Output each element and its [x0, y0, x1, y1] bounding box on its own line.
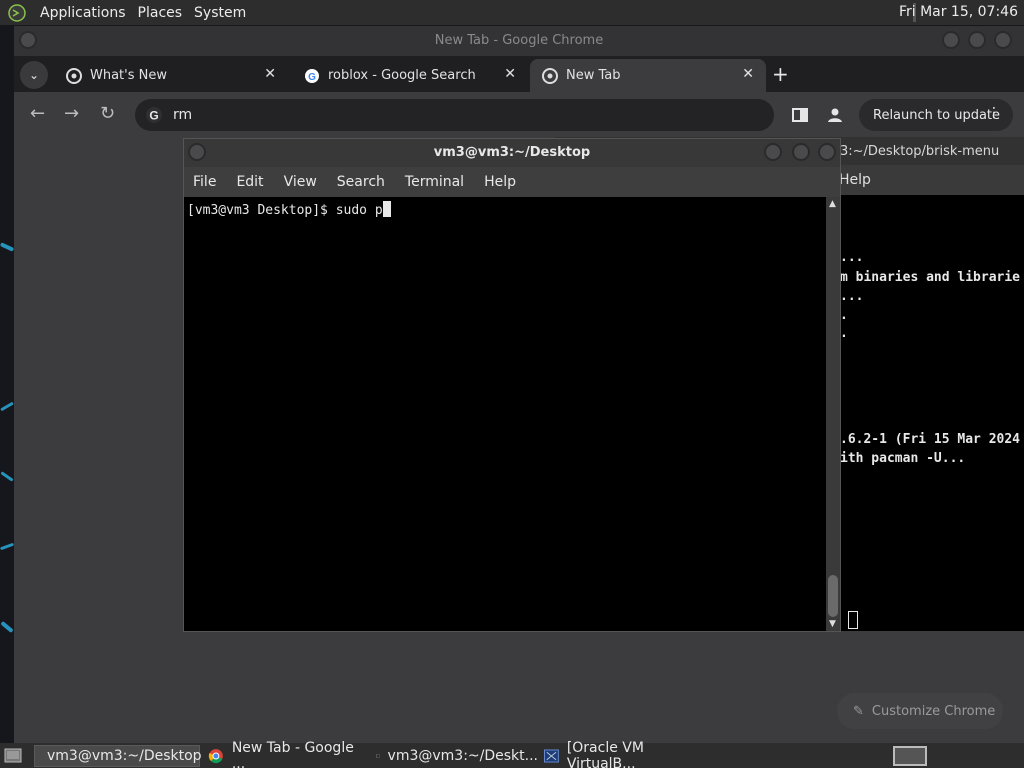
- maximize-button[interactable]: [792, 143, 810, 161]
- relaunch-label: Relaunch to update: [873, 107, 1001, 123]
- relaunch-to-update-button[interactable]: Relaunch to update ⋮: [859, 99, 1013, 131]
- tab-whats-new[interactable]: What's New ✕: [54, 59, 288, 92]
- background-terminal-title: 3:~/Desktop/brisk-menu: [840, 144, 1000, 159]
- side-panel-icon[interactable]: [790, 105, 810, 125]
- menu-help[interactable]: Help: [839, 172, 871, 188]
- tab-strip: ⌄ What's New ✕ G roblox - Google Search …: [14, 56, 1024, 92]
- omnibox[interactable]: G: [135, 99, 774, 131]
- menu-search[interactable]: Search: [337, 174, 385, 190]
- tab-new-tab[interactable]: New Tab ✕: [530, 59, 766, 92]
- terminal-output-line: .6.2-1 (Fri 15 Mar 2024: [840, 432, 1021, 447]
- chrome-icon: [542, 67, 558, 84]
- close-window-button[interactable]: [994, 31, 1012, 49]
- terminal-output-line: ...: [840, 289, 864, 304]
- maximize-button[interactable]: [968, 31, 986, 49]
- scroll-up-icon[interactable]: ▲: [829, 199, 836, 209]
- new-tab-button[interactable]: +: [772, 62, 789, 86]
- terminal-output-line: ...: [840, 250, 864, 265]
- customize-chrome-button[interactable]: ✎ Customize Chrome: [837, 693, 1003, 729]
- google-g-icon: G: [305, 68, 319, 83]
- terminal-prompt-line: [vm3@vm3 Desktop]$ sudo p: [187, 201, 391, 218]
- close-icon[interactable]: ✕: [504, 66, 516, 82]
- show-desktop-icon[interactable]: [4, 747, 22, 764]
- tab-search-button[interactable]: ⌄: [20, 61, 48, 89]
- virtualbox-icon: [544, 749, 559, 763]
- kebab-menu-icon[interactable]: ⋮: [987, 105, 1001, 121]
- terminal-output-line: m binaries and librarie: [840, 270, 1021, 285]
- terminal-window: vm3@vm3:~/Desktop File Edit View Search …: [183, 138, 841, 632]
- tab-label: New Tab: [566, 68, 621, 83]
- taskbar-label: [Oracle VM VirtualB...: [566, 740, 644, 768]
- terminal-icon: [376, 754, 380, 758]
- distro-logo-icon[interactable]: [7, 3, 27, 23]
- profile-icon[interactable]: [825, 105, 845, 125]
- clock[interactable]: Fri Mar 15, 07:46: [899, 4, 1018, 20]
- customize-label: Customize Chrome: [871, 703, 996, 719]
- pencil-icon: ✎: [853, 703, 864, 719]
- menu-view[interactable]: View: [284, 174, 317, 190]
- taskbar-label: vm3@vm3:~/Deskt...: [387, 748, 538, 764]
- taskbar-label: New Tab - Google ...: [231, 740, 354, 768]
- terminal-scrollbar[interactable]: ▲ ▼: [826, 197, 840, 631]
- terminal-output-line: .: [840, 308, 848, 323]
- minimize-button[interactable]: [942, 31, 960, 49]
- chrome-icon: [208, 749, 223, 764]
- terminal-output-line: ith pacman -U...: [840, 451, 966, 466]
- back-button[interactable]: ←: [30, 103, 45, 124]
- taskbar-item-terminal-2[interactable]: vm3@vm3:~/Deskt...: [372, 745, 538, 767]
- taskbar-label: vm3@vm3:~/Desktop: [47, 748, 202, 764]
- close-window-button[interactable]: [818, 143, 836, 161]
- tab-label: What's New: [90, 68, 167, 83]
- svg-text:G: G: [149, 109, 158, 123]
- bottom-taskbar: vm3@vm3:~/Desktop New Tab - Google ... v…: [0, 740, 1024, 768]
- menu-edit[interactable]: Edit: [236, 174, 263, 190]
- address-input[interactable]: [173, 107, 733, 123]
- terminal-menubar: File Edit View Search Terminal Help: [184, 167, 840, 197]
- close-icon[interactable]: ✕: [264, 66, 276, 82]
- terminal-titlebar[interactable]: vm3@vm3:~/Desktop: [184, 139, 840, 167]
- google-g-icon: G: [146, 107, 162, 123]
- taskbar-item-chrome[interactable]: New Tab - Google ...: [204, 740, 370, 768]
- terminal-cursor: [382, 201, 391, 217]
- chrome-toolbar: ← → ↻ G Relaunch to update ⋮: [14, 92, 1024, 138]
- menu-file[interactable]: File: [193, 174, 216, 190]
- chrome-window-title: New Tab - Google Chrome: [434, 33, 604, 48]
- terminal-output-line: .: [840, 326, 848, 341]
- top-panel: Applications Places System Fri Mar 15, 0…: [0, 0, 1024, 25]
- menu-terminal[interactable]: Terminal: [405, 174, 464, 190]
- svg-text:G: G: [308, 72, 316, 83]
- tab-roblox-search[interactable]: G roblox - Google Search ✕: [292, 59, 528, 92]
- terminal-cursor: [848, 611, 858, 629]
- chrome-titlebar[interactable]: New Tab - Google Chrome: [14, 26, 1024, 56]
- minimize-button[interactable]: [764, 143, 782, 161]
- system-menu[interactable]: System: [188, 5, 252, 21]
- menu-help[interactable]: Help: [484, 174, 516, 190]
- tab-label: roblox - Google Search: [328, 68, 476, 83]
- applications-menu[interactable]: Applications: [34, 5, 132, 21]
- taskbar-item-terminal-desktop[interactable]: vm3@vm3:~/Desktop: [34, 745, 202, 767]
- workspace-switcher[interactable]: [893, 746, 927, 766]
- forward-button[interactable]: →: [64, 103, 79, 124]
- taskbar-item-virtualbox[interactable]: [Oracle VM VirtualB...: [540, 740, 706, 768]
- terminal-body[interactable]: [vm3@vm3 Desktop]$ sudo p: [184, 197, 826, 631]
- scroll-down-icon[interactable]: ▼: [829, 619, 836, 629]
- places-menu[interactable]: Places: [132, 5, 189, 21]
- reload-button[interactable]: ↻: [100, 103, 115, 124]
- scrollbar-thumb[interactable]: [828, 575, 838, 617]
- prompt-text: [vm3@vm3 Desktop]$ sudo p: [187, 203, 383, 218]
- chrome-icon: [66, 67, 82, 84]
- close-icon[interactable]: ✕: [742, 66, 754, 82]
- terminal-window-title: vm3@vm3:~/Desktop: [433, 145, 591, 160]
